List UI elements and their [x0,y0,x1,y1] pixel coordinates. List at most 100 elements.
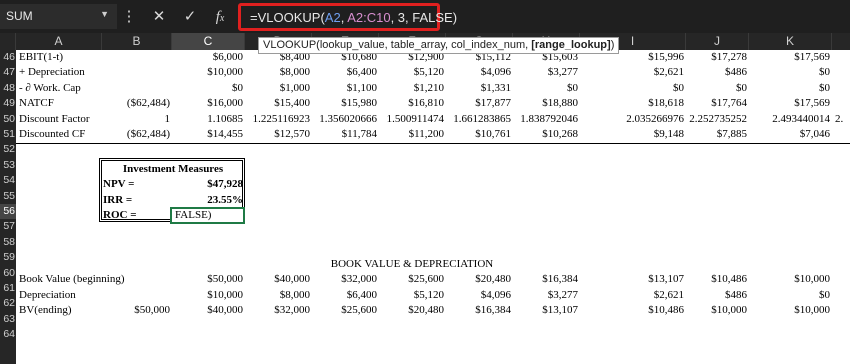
cell-g62[interactable]: $16,384 [446,303,513,318]
cell-g51[interactable]: $10,761 [446,127,513,142]
cell-b51[interactable]: ($62,484) [102,127,172,142]
row-header[interactable]: 54 [0,173,16,188]
cell-j50[interactable]: 2.252735252 [686,112,749,127]
row-header[interactable]: 55 [0,189,16,204]
column-header-k[interactable]: K [749,33,832,50]
row-header[interactable]: 63 [0,312,16,327]
cell-c62[interactable]: $40,000 [172,303,245,318]
cell-k48[interactable]: $0 [749,81,832,96]
cell-e60[interactable]: $32,000 [312,272,379,287]
cell-g49[interactable]: $17,877 [446,96,513,111]
checkmark-icon[interactable]: ✓ [180,7,200,27]
row-header[interactable]: 59 [0,250,16,265]
row-header[interactable]: 53 [0,158,16,173]
cell-a62[interactable]: BV(ending) [16,303,102,318]
cell-h47[interactable]: $3,277 [513,65,580,80]
cell-f61[interactable]: $5,120 [379,288,446,303]
cell-b62[interactable]: $50,000 [102,303,172,318]
cell-e50[interactable]: 1.356020666 [312,112,379,127]
cell-e49[interactable]: $15,980 [312,96,379,111]
cell-i62[interactable]: $10,486 [580,303,686,318]
row-header[interactable]: 64 [0,327,16,342]
cell-k46[interactable]: $17,569 [749,50,832,65]
cell-h51[interactable]: $10,268 [513,127,580,142]
close-icon[interactable]: ✕ [149,7,169,27]
row-header[interactable]: 58 [0,235,16,250]
row-header[interactable]: 60 [0,266,16,281]
active-cell-edit-text[interactable]: FALSE) [172,209,211,222]
row-header[interactable]: 51 [0,127,16,142]
cell-d61[interactable]: $8,000 [245,288,312,303]
cell-e47[interactable]: $6,400 [312,65,379,80]
column-header-a[interactable]: A [16,33,102,50]
cell-g61[interactable]: $4,096 [446,288,513,303]
cell-b49[interactable]: ($62,484) [102,96,172,111]
cell-d51[interactable]: $12,570 [245,127,312,142]
cell-k60[interactable]: $10,000 [749,272,832,287]
vertical-dots-icon[interactable]: ⋮ [119,7,139,27]
cell-g48[interactable]: $1,331 [446,81,513,96]
cell-j51[interactable]: $7,885 [686,127,749,142]
row-header[interactable]: 50 [0,112,16,127]
cell-d50[interactable]: 1.225116923 [245,112,312,127]
row-header[interactable]: 49 [0,96,16,111]
cell-d49[interactable]: $15,400 [245,96,312,111]
cell-e62[interactable]: $25,600 [312,303,379,318]
select-all-corner[interactable] [0,33,16,50]
cell-i51[interactable]: $9,148 [580,127,686,142]
cell-h48[interactable]: $0 [513,81,580,96]
cell-h62[interactable]: $13,107 [513,303,580,318]
cell-e61[interactable]: $6,400 [312,288,379,303]
cell-c48[interactable]: $0 [172,81,245,96]
cell-c61[interactable]: $10,000 [172,288,245,303]
cell-f50[interactable]: 1.500911474 [379,112,446,127]
cell-c50[interactable]: 1.10685 [172,112,245,127]
cell-d60[interactable]: $40,000 [245,272,312,287]
cell-k50[interactable]: 2.493440014 [749,112,832,127]
fx-icon[interactable]: fx [210,7,230,27]
cell-g60[interactable]: $20,480 [446,272,513,287]
cell-i48[interactable]: $0 [580,81,686,96]
cell-i61[interactable]: $2,621 [580,288,686,303]
cell-h49[interactable]: $18,880 [513,96,580,111]
cell-d48[interactable]: $1,000 [245,81,312,96]
cell-i50[interactable]: 2.035266976 [580,112,686,127]
cell-f62[interactable]: $20,480 [379,303,446,318]
cell-a46[interactable]: EBIT(1-t) [16,50,156,65]
cell-j61[interactable]: $486 [686,288,749,303]
cell-c49[interactable]: $16,000 [172,96,245,111]
column-header-j[interactable]: J [686,33,749,50]
cell-j48[interactable]: $0 [686,81,749,96]
cell-j47[interactable]: $486 [686,65,749,80]
cell-h60[interactable]: $16,384 [513,272,580,287]
cell-i47[interactable]: $2,621 [580,65,686,80]
cell-e48[interactable]: $1,100 [312,81,379,96]
cell-a50[interactable]: Discount Factor [16,112,102,127]
cell-j46[interactable]: $17,278 [686,50,749,65]
cell-c46[interactable]: $6,000 [172,50,245,65]
cell-k49[interactable]: $17,569 [749,96,832,111]
cell-f60[interactable]: $25,600 [379,272,446,287]
cell-a60[interactable]: Book Value (beginning) [16,272,172,287]
cell-f51[interactable]: $11,200 [379,127,446,142]
column-header-c[interactable]: C [172,33,245,50]
cell-d62[interactable]: $32,000 [245,303,312,318]
row-header[interactable]: 52 [0,142,16,157]
cell-d47[interactable]: $8,000 [245,65,312,80]
column-header-b[interactable]: B [102,33,172,50]
cell-g47[interactable]: $4,096 [446,65,513,80]
cell-j49[interactable]: $17,764 [686,96,749,111]
cell-e51[interactable]: $11,784 [312,127,379,142]
cell-c51[interactable]: $14,455 [172,127,245,142]
cell-l50-overflow[interactable]: 2. [832,112,850,127]
row-header[interactable]: 62 [0,296,16,311]
cell-i49[interactable]: $18,618 [580,96,686,111]
cell-a51[interactable]: Discounted CF [16,127,102,142]
row-header[interactable]: 56 [0,204,16,220]
cell-a49[interactable]: NATCF [16,96,102,111]
cell-b50[interactable]: 1 [102,112,172,127]
cell-h50[interactable]: 1.838792046 [513,112,580,127]
cell-a61[interactable]: Depreciation [16,288,156,303]
cell-a47[interactable]: + Depreciation [16,65,156,80]
cell-i60[interactable]: $13,107 [580,272,686,287]
